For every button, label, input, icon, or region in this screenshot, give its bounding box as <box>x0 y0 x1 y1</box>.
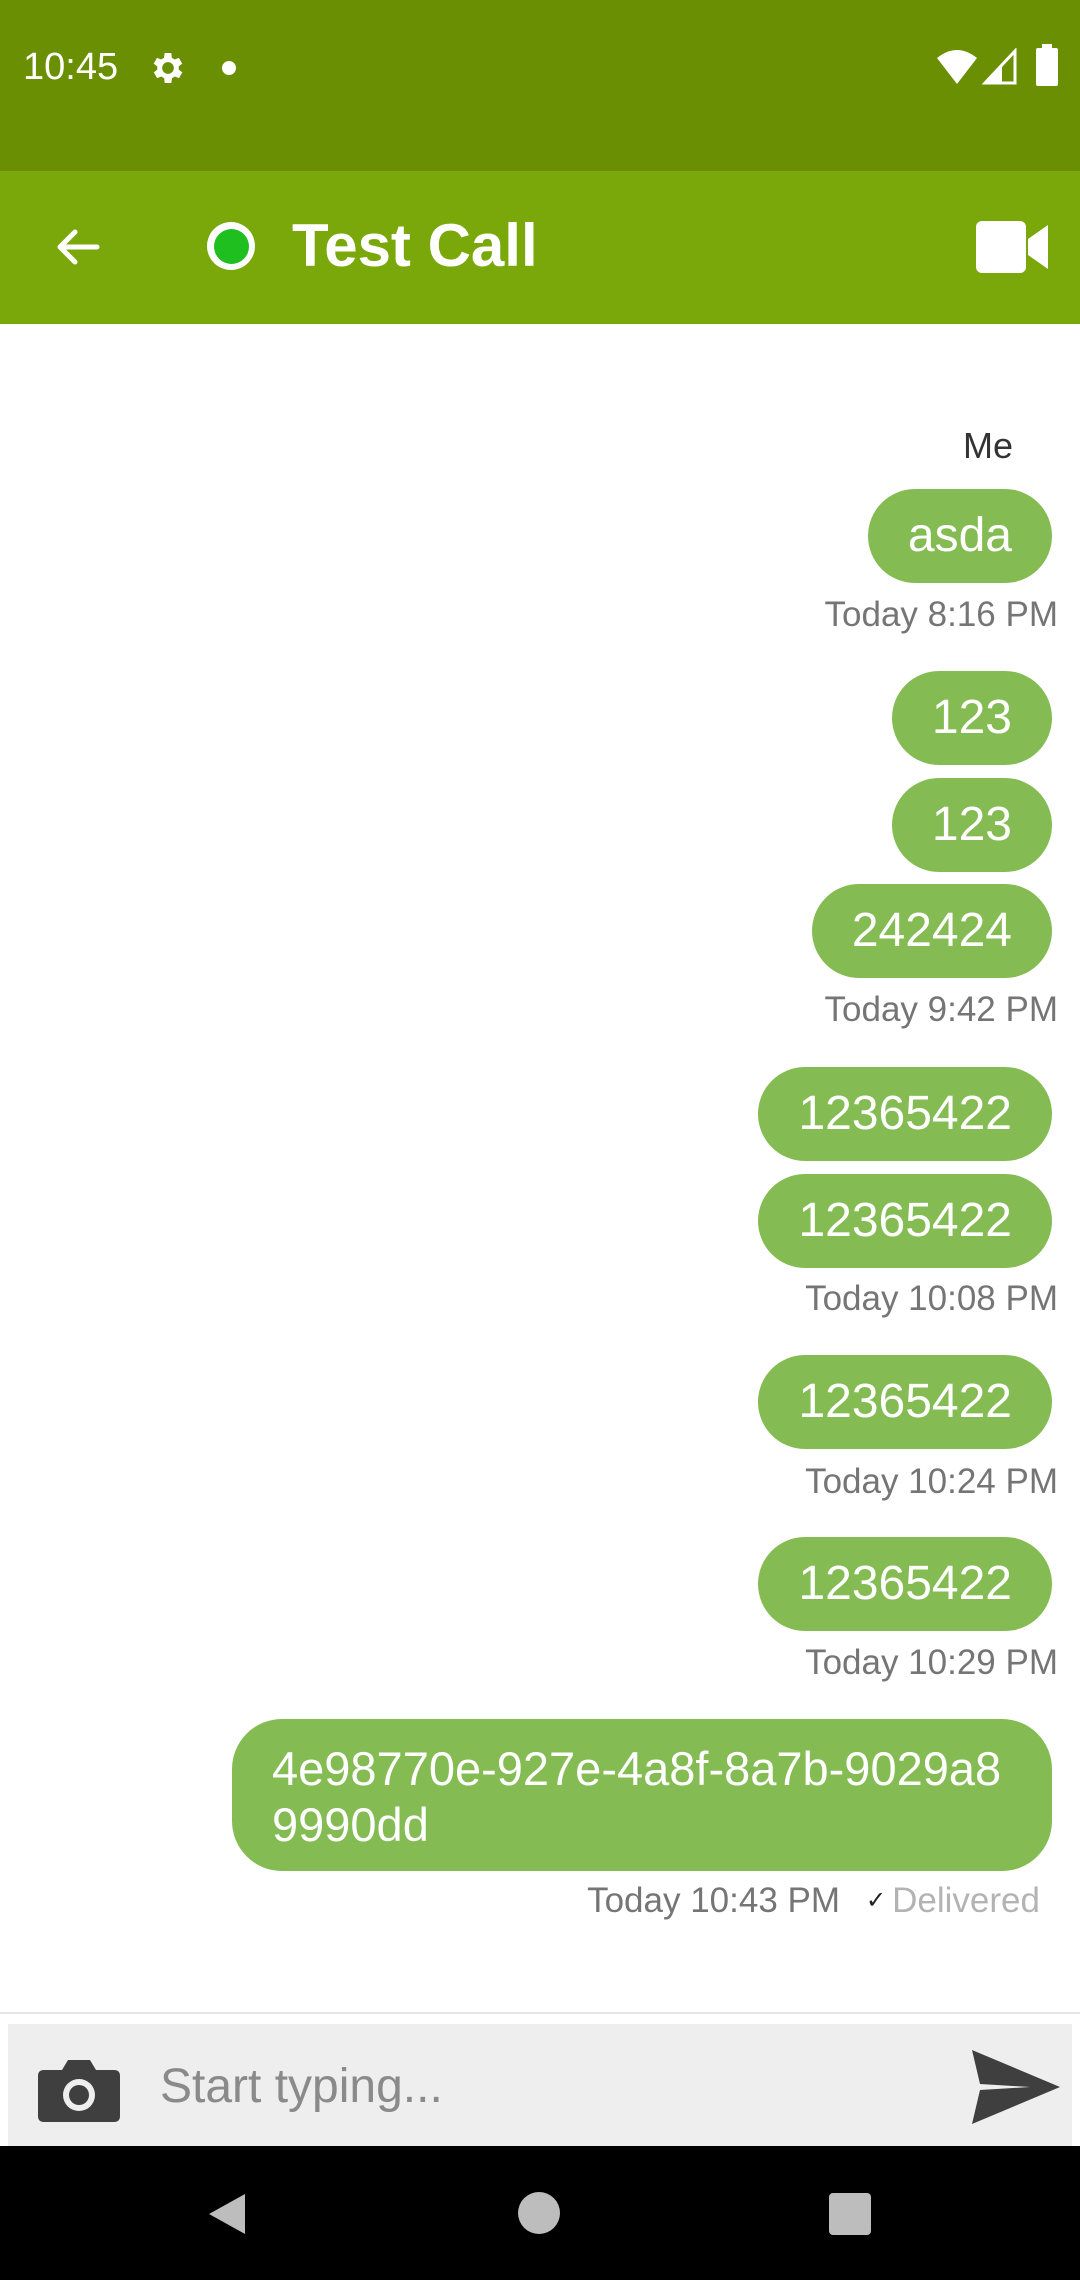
dot-icon <box>222 61 236 75</box>
status-time: 10:45 <box>23 46 119 88</box>
app-bar: Test Call <box>0 171 1080 324</box>
message-bubble[interactable]: 12365422 <box>758 1174 1052 1268</box>
gear-icon <box>153 53 183 83</box>
message-timestamp: Today 10:24 PM <box>805 1462 1058 1501</box>
message-timestamp: Today 10:43 PM <box>587 1881 841 1920</box>
message-timestamp: Today 9:42 PM <box>824 990 1058 1029</box>
chat-title: Test Call <box>292 212 538 279</box>
delivery-row: Today 10:43 PM ✓ Delivered <box>587 1880 1040 1922</box>
composer-divider <box>0 2012 1080 2014</box>
nav-recents-icon[interactable] <box>829 2193 871 2235</box>
battery-icon <box>1036 44 1058 86</box>
message-bubble[interactable]: 123 <box>891 778 1052 872</box>
wifi-icon <box>937 50 977 84</box>
send-icon[interactable] <box>968 2046 1064 2128</box>
message-bubble[interactable]: asda <box>867 489 1052 583</box>
message-input[interactable] <box>158 2044 942 2128</box>
message-bubble[interactable]: 242424 <box>811 884 1052 978</box>
message-bubble[interactable]: 123 <box>891 671 1052 765</box>
presence-icon <box>207 222 255 270</box>
message-list[interactable]: Me asda Today 8:16 PM 123 123 242424 Tod… <box>0 324 1080 2012</box>
sender-label: Me <box>962 425 1013 466</box>
composer <box>8 2024 1072 2146</box>
message-bubble[interactable]: 12365422 <box>758 1537 1052 1631</box>
message-bubble[interactable]: 12365422 <box>758 1067 1052 1161</box>
message-timestamp: Today 8:16 PM <box>824 595 1058 634</box>
status-bar: 10:45 <box>0 0 1080 171</box>
delivery-status: Delivered <box>892 1881 1040 1920</box>
message-bubble[interactable]: 12365422 <box>758 1355 1052 1449</box>
back-arrow-icon <box>57 229 100 265</box>
nav-back-icon[interactable] <box>205 2190 249 2238</box>
message-bubble[interactable]: 4e98770e-927e-4a8f-8a7b-9029a89990dd <box>232 1719 1052 1871</box>
nav-home-icon[interactable] <box>518 2192 560 2234</box>
presence-status-dot <box>213 228 249 264</box>
video-camera-icon[interactable] <box>974 217 1050 277</box>
camera-icon[interactable] <box>34 2054 124 2124</box>
back-button[interactable] <box>44 214 110 280</box>
check-icon: ✓ <box>866 1887 887 1914</box>
nav-bar <box>0 2146 1080 2280</box>
message-timestamp: Today 10:08 PM <box>805 1279 1058 1318</box>
signal-icon <box>982 48 1017 85</box>
message-timestamp: Today 10:29 PM <box>805 1643 1058 1682</box>
